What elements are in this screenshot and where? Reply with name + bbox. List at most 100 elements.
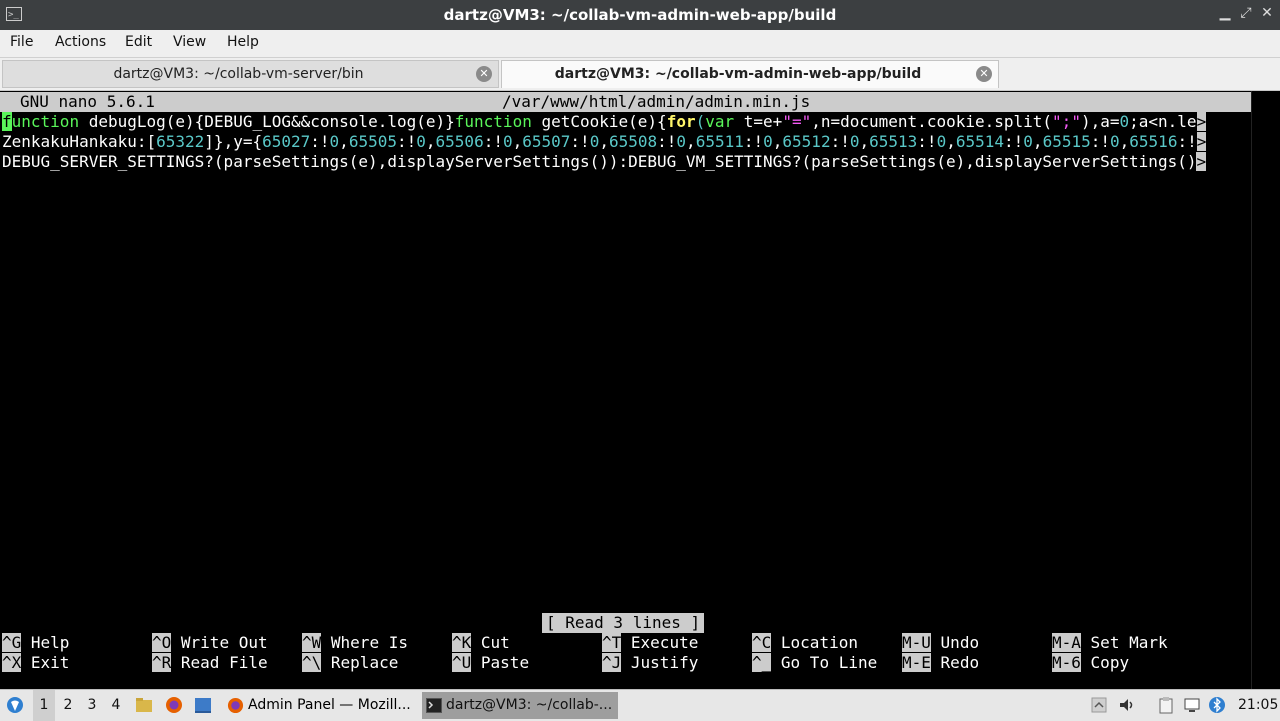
keyword: function [454,112,532,131]
code-text: ( [695,112,706,131]
close-icon[interactable]: ✕ [1258,5,1276,21]
nano-header: GNU nano 5.6.1 /var/www/html/admin/admin… [0,92,1251,112]
line-truncation-marker: > [1196,152,1207,171]
number-literal: 0 [676,132,687,151]
shortcut-key: ^O [152,633,172,652]
text-cursor: f [2,112,12,131]
tab-close-icon[interactable]: ✕ [476,66,492,82]
shortcut-key: ^_ [752,653,772,672]
number-literal: 65511 [695,132,744,151]
window-title: dartz@VM3: ~/collab-vm-admin-web-app/bui… [443,6,837,24]
shortcut-key: ^J [602,653,622,672]
number-literal: 65516 [1129,132,1178,151]
tray-expand-icon[interactable] [1090,696,1108,714]
terminal-scrollbar[interactable] [1251,91,1280,689]
workspace-1[interactable]: 1 [33,690,55,721]
shortcut-exit: ^X Exit [2,653,69,673]
shortcut-label: Justify [630,653,699,672]
string-literal: "=" [782,112,812,131]
number-literal: 65512 [782,132,831,151]
menu-file[interactable]: File [10,34,33,50]
number-literal: 0 [1119,112,1130,131]
shortcut-label: Set Mark [1090,633,1168,652]
shortcut-label: Execute [630,633,699,652]
code-text: , [1119,132,1130,151]
workspace-4[interactable]: 4 [105,690,127,721]
code-text: ),a= [1080,112,1120,131]
code-text: , [686,132,696,151]
shortcut-help: ^G Help [2,633,69,653]
tab-collab-vm-server[interactable]: dartz@VM3: ~/collab-vm-server/bin ✕ [2,60,499,88]
menu-actions[interactable]: Actions [55,34,106,50]
firefox-icon [227,697,244,714]
keyword: for [666,112,696,131]
shortcut-label: Cut [480,633,510,652]
show-desktop-icon[interactable] [194,696,212,714]
code-line-3: DEBUG_SERVER_SETTINGS?(parseSettings(e),… [2,152,1207,172]
maximize-icon[interactable]: ⤢ [1237,5,1255,21]
code-text: t=e+ [734,112,783,131]
tab-collab-vm-admin-web-app[interactable]: dartz@VM3: ~/collab-vm-admin-web-app/bui… [501,60,999,88]
code-text: , [772,132,783,151]
nano-version: GNU nano 5.6.1 [20,92,155,111]
code-text: :! [483,132,503,151]
clock[interactable]: 21:05 [1238,690,1278,721]
taskbar: 1 2 3 4 Admin Panel — Mozill... dartz@VM… [0,689,1280,721]
nano-status-message: [ Read 3 lines ] [542,613,705,633]
menu-help[interactable]: Help [227,34,259,50]
number-literal: 65505 [348,132,397,151]
shortcut-label: Write Out [180,633,268,652]
shortcut-copy: M-6 Copy [1052,653,1129,673]
shortcut-execute: ^T Execute [602,633,698,653]
start-menu-icon[interactable] [6,696,24,714]
shortcut-set-mark: M-A Set Mark [1052,633,1168,653]
shortcut-replace: ^\ Replace [302,653,398,673]
task-terminal[interactable]: dartz@VM3: ~/collab-... [422,692,618,719]
terminal-area[interactable]: GNU nano 5.6.1 /var/www/html/admin/admin… [0,91,1280,689]
number-literal: 65514 [955,132,1005,151]
bluetooth-icon[interactable] [1208,696,1226,714]
shortcut-justify: ^J Justify [602,653,698,673]
task-label: Admin Panel — Mozill... [248,697,411,713]
shortcut-cut: ^K Cut [452,633,510,653]
minimize-icon[interactable]: ▁ [1216,5,1234,21]
workspace-2[interactable]: 2 [57,690,79,721]
task-firefox[interactable]: Admin Panel — Mozill... [224,692,418,719]
shortcut-label: Copy [1090,653,1130,672]
volume-icon[interactable] [1118,696,1136,714]
code-text: :! [1090,132,1110,151]
code-text: :! [917,132,937,151]
number-literal: 0 [1110,132,1120,151]
number-literal: 0 [1023,132,1033,151]
firefox-icon[interactable] [165,696,183,714]
menu-edit[interactable]: Edit [125,34,152,50]
code-text: , [512,132,523,151]
shortcut-label: Undo [940,633,980,652]
menu-view[interactable]: View [173,34,206,50]
shortcut-label: Paste [480,653,530,672]
shortcut-label: Location [780,633,858,652]
menu-bar: File Actions Edit View Help [0,30,1280,58]
file-manager-icon[interactable] [135,696,153,714]
keyword: var [705,112,735,131]
workspace-3[interactable]: 3 [81,690,103,721]
code-line-1: function debugLog(e){DEBUG_LOG&&console.… [2,112,1207,132]
line-truncation-marker: > [1196,132,1207,151]
code-line-2: ZenkakuHankaku:[65322]},y={65027:!0,6550… [2,132,1207,152]
tab-close-icon[interactable]: ✕ [976,66,992,82]
number-literal: 65027 [262,132,311,151]
number-literal: 65507 [522,132,571,151]
shortcut-undo: M-U Undo [902,633,979,653]
shortcut-label: Exit [30,653,70,672]
terminal-icon [426,698,442,713]
clipboard-icon[interactable] [1157,696,1175,714]
shortcut-key: ^\ [302,653,322,672]
network-icon[interactable] [1183,696,1201,714]
shortcut-read-file: ^R Read File [152,653,268,673]
code-text: , [859,132,870,151]
tab-label: dartz@VM3: ~/collab-vm-admin-web-app/bui… [554,66,922,82]
shortcut-label: Where Is [330,633,408,652]
code-text: , [599,132,609,151]
shortcut-key: M-U [902,633,931,652]
number-literal: 0 [502,132,513,151]
